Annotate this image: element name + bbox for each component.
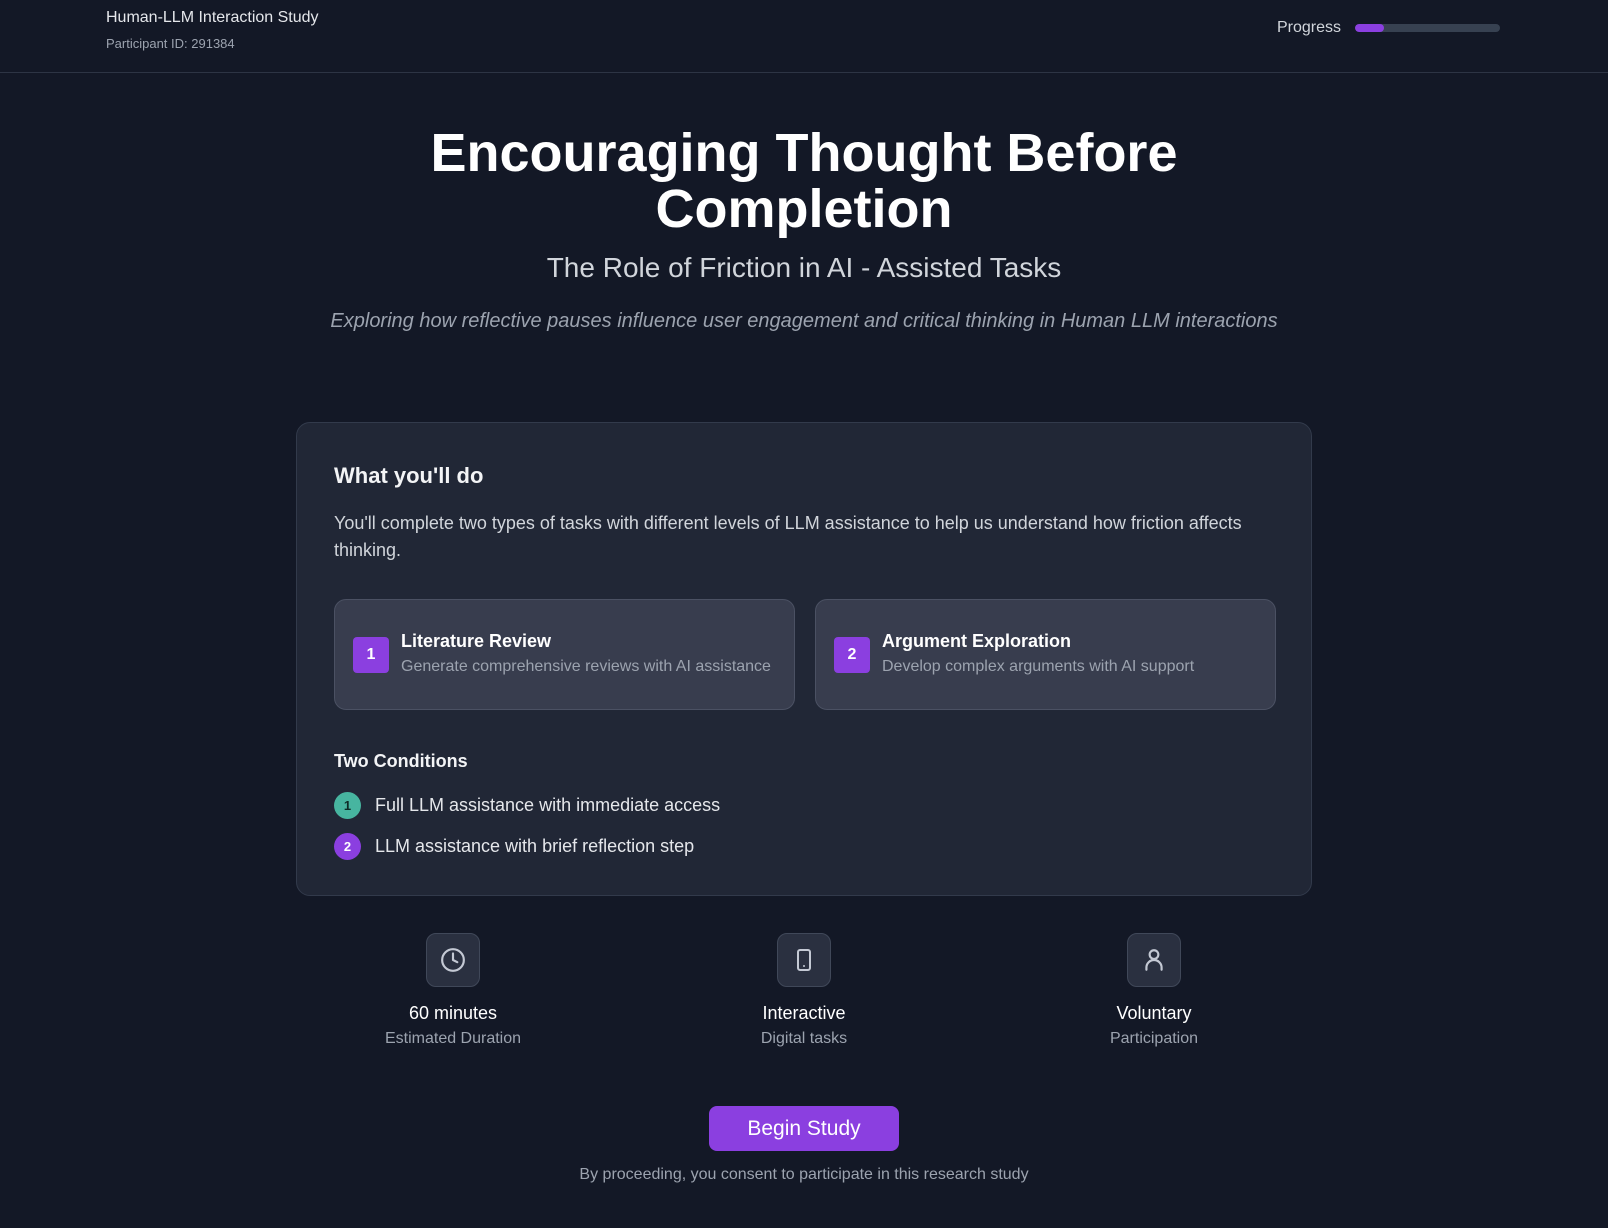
consent-notice: By proceeding, you consent to participat…: [579, 1166, 1029, 1183]
condition-item: 1 Full LLM assistance with immediate acc…: [334, 792, 720, 819]
condition-text: LLM assistance with brief reflection ste…: [375, 836, 695, 856]
page-description: Exploring how reflective pauses influenc…: [330, 310, 1278, 332]
feature-subtitle: Participation: [1109, 1030, 1199, 1047]
task-card-literature-review: 1 Literature Review Generate comprehensi…: [334, 599, 795, 710]
participant-id: Participant ID: 291384: [106, 36, 235, 51]
progress-bar: [1355, 24, 1501, 32]
feature-duration: 60 minutes Estimated Duration: [333, 933, 573, 1048]
task-number-badge: 2: [834, 637, 870, 673]
feature-voluntary: Voluntary Participation: [1034, 933, 1274, 1048]
overview-heading: What you'll do: [334, 463, 484, 488]
condition-number-badge: 2: [334, 833, 361, 860]
feature-interactive: Interactive Digital tasks: [684, 933, 924, 1048]
task-title: Argument Exploration: [882, 631, 1072, 651]
feature-title: 60 minutes: [408, 1003, 498, 1023]
top-bar: Human-LLM Interaction Study Participant …: [0, 0, 1608, 73]
person-icon: [1127, 933, 1181, 987]
condition-item: 2 LLM assistance with brief reflection s…: [334, 833, 694, 860]
page-title-line-2: Completion: [655, 179, 953, 239]
task-title: Literature Review: [401, 631, 552, 651]
study-overview-card: What you'll do You'll complete two types…: [296, 422, 1312, 896]
tablet-icon: [777, 933, 831, 987]
feature-title: Interactive: [762, 1003, 846, 1023]
begin-study-button[interactable]: Begin Study: [709, 1106, 899, 1151]
conditions-heading: Two Conditions: [334, 751, 468, 771]
page-subtitle: The Role of Friction in AI - Assisted Ta…: [546, 252, 1062, 283]
progress-indicator: Progress: [1277, 19, 1501, 37]
clock-icon: [426, 933, 480, 987]
feature-subtitle: Digital tasks: [760, 1030, 848, 1047]
page-title-line-1: Encouraging Thought Before: [430, 123, 1178, 183]
progress-label: Progress: [1277, 19, 1342, 36]
progress-bar-fill: [1355, 24, 1385, 32]
study-title: Human-LLM Interaction Study: [106, 9, 319, 26]
task-card-argument-exploration: 2 Argument Exploration Develop complex a…: [815, 599, 1276, 710]
feature-subtitle: Estimated Duration: [384, 1030, 522, 1047]
condition-number-badge: 1: [334, 792, 361, 819]
condition-text: Full LLM assistance with immediate acces…: [375, 795, 721, 815]
overview-text: You'll complete two types of tasks with …: [334, 513, 1242, 560]
task-description: Generate comprehensive reviews with AI a…: [401, 658, 771, 675]
task-number-badge: 1: [353, 637, 389, 673]
page-title: Encouraging Thought Before Completion: [304, 125, 1304, 237]
feature-title: Voluntary: [1116, 1003, 1192, 1023]
task-description: Develop complex arguments with AI suppor…: [882, 658, 1195, 675]
